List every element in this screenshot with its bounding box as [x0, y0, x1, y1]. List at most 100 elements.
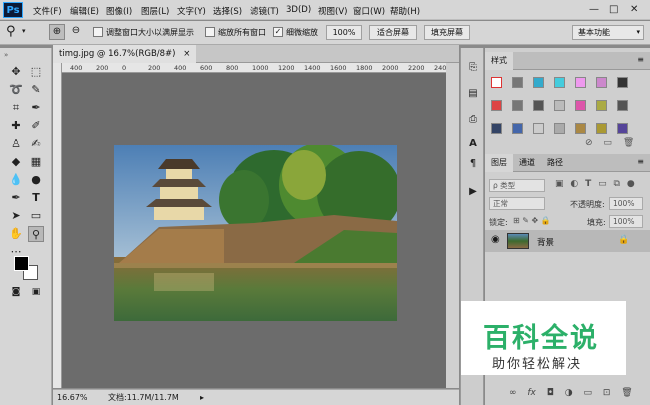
vertical-scrollbar[interactable]	[446, 63, 459, 388]
paragraph-panel-icon[interactable]: ¶	[465, 156, 481, 172]
brush-tool-icon[interactable]: ✐	[28, 118, 44, 134]
lasso-tool-icon[interactable]: ➰	[8, 82, 24, 98]
menu-image[interactable]: 图像(I)	[106, 5, 132, 17]
zoom-tool-icon[interactable]: ⚲	[6, 24, 16, 39]
properties-panel-icon[interactable]: ⎙	[465, 112, 481, 128]
character-panel-icon[interactable]: A	[465, 136, 481, 152]
panel-menu-icon[interactable]: ≡	[637, 157, 644, 166]
resize-windows-checkbox[interactable]	[93, 27, 103, 37]
marquee-tool-icon[interactable]: ⬚	[28, 64, 44, 80]
eraser-tool-icon[interactable]: ◆	[8, 154, 24, 170]
tab-styles[interactable]: 样式	[485, 52, 513, 70]
chevron-down-icon[interactable]: ▾	[22, 27, 26, 35]
screen-mode-icon[interactable]: ▣	[28, 284, 44, 300]
minimize-button[interactable]: —	[589, 4, 599, 16]
clone-stamp-tool-icon[interactable]: ♙	[8, 136, 24, 152]
menu-select[interactable]: 选择(S)	[213, 5, 242, 17]
image-filter-icon[interactable]: ▣	[555, 179, 564, 189]
zoom-tool-icon[interactable]: ⚲	[28, 226, 44, 242]
history-brush-tool-icon[interactable]: ✍	[28, 136, 44, 152]
history-panel-icon[interactable]: ⎘	[465, 60, 481, 76]
blend-mode-select[interactable]: 正常	[489, 197, 545, 210]
actions-panel-icon[interactable]: ▤	[465, 86, 481, 102]
play-icon[interactable]: ▶	[465, 184, 481, 200]
close-tab-icon[interactable]: ×	[183, 49, 190, 59]
fill-screen-button[interactable]: 填充屏幕	[424, 25, 470, 40]
style-swatch[interactable]	[596, 77, 607, 88]
style-swatch[interactable]	[554, 77, 565, 88]
add-mask-icon[interactable]: ◘	[547, 388, 554, 398]
healing-brush-tool-icon[interactable]: ✚	[8, 118, 24, 134]
type-filter-icon[interactable]: T	[585, 179, 591, 189]
menu-file[interactable]: 文件(F)	[33, 5, 62, 17]
style-swatch[interactable]	[512, 100, 523, 111]
foreground-color-swatch[interactable]	[14, 256, 29, 271]
menu-3d[interactable]: 3D(D)	[286, 5, 311, 15]
layer-filter-select[interactable]: ρ 类型	[489, 179, 545, 192]
style-swatch[interactable]	[533, 123, 544, 134]
tab-paths[interactable]: 路径	[541, 154, 569, 172]
chevron-right-icon[interactable]: ▸	[200, 390, 204, 405]
adjust-filter-icon[interactable]: ◐	[570, 179, 578, 189]
tab-channels[interactable]: 通道	[513, 154, 541, 172]
zoom-in-icon[interactable]: ⊕	[49, 24, 65, 40]
zoom-level[interactable]: 16.67%	[57, 390, 88, 405]
menu-help[interactable]: 帮助(H)	[390, 5, 420, 17]
adjustment-layer-icon[interactable]: ◑	[565, 388, 573, 398]
smart-filter-icon[interactable]: ⧉	[614, 179, 620, 189]
zoom-out-icon[interactable]: ⊖	[68, 24, 84, 40]
style-swatch[interactable]	[533, 77, 544, 88]
style-swatch[interactable]	[512, 123, 523, 134]
quick-select-tool-icon[interactable]: ✎	[28, 82, 44, 98]
panel-menu-icon[interactable]: ≡	[637, 55, 644, 64]
style-swatch[interactable]	[554, 123, 565, 134]
style-swatch[interactable]	[491, 77, 502, 88]
canvas-area[interactable]	[62, 73, 446, 388]
filter-toggle-icon[interactable]: ●	[627, 179, 635, 189]
style-swatch[interactable]	[512, 77, 523, 88]
document-tab[interactable]: timg.jpg @ 16.7%(RGB/8#) ×	[53, 45, 197, 63]
tab-layers[interactable]: 图层	[485, 154, 513, 172]
fx-icon[interactable]: fx	[527, 388, 536, 398]
style-swatch[interactable]	[617, 100, 628, 111]
zoom-100-button[interactable]: 100%	[326, 25, 362, 40]
style-swatch[interactable]	[617, 123, 628, 134]
visibility-eye-icon[interactable]: ◉	[491, 234, 500, 245]
fit-screen-button[interactable]: 适合屏幕	[369, 25, 417, 40]
collapse-icon[interactable]: »	[4, 51, 8, 59]
style-swatch[interactable]	[491, 100, 502, 111]
menu-filter[interactable]: 滤镜(T)	[250, 5, 279, 17]
style-swatch[interactable]	[575, 123, 586, 134]
new-group-icon[interactable]: ▭	[583, 388, 592, 398]
fill-field[interactable]: 100%	[609, 215, 643, 228]
clear-style-icon[interactable]: ⊘	[585, 138, 593, 148]
zoom-all-windows-checkbox[interactable]	[205, 27, 215, 37]
style-swatch[interactable]	[617, 77, 628, 88]
crop-tool-icon[interactable]: ⌗	[8, 100, 24, 116]
style-swatch[interactable]	[491, 123, 502, 134]
style-swatch[interactable]	[575, 77, 586, 88]
link-layers-icon[interactable]: ∞	[509, 388, 517, 398]
menu-view[interactable]: 视图(V)	[318, 5, 347, 17]
new-style-icon[interactable]: ▭	[603, 138, 612, 148]
menu-type[interactable]: 文字(Y)	[177, 5, 206, 17]
restore-button[interactable]: □	[609, 4, 618, 16]
style-swatch[interactable]	[596, 123, 607, 134]
quick-mask-icon[interactable]: ◙	[8, 284, 24, 300]
style-swatch[interactable]	[596, 100, 607, 111]
layer-row-background[interactable]: ◉ 背景 🔒	[485, 230, 650, 252]
move-tool-icon[interactable]: ✥	[8, 64, 24, 80]
new-layer-icon[interactable]: ⊡	[603, 388, 611, 398]
scrubby-zoom-checkbox[interactable]: ✓	[273, 27, 283, 37]
type-tool-icon[interactable]: T	[28, 190, 44, 206]
menu-window[interactable]: 窗口(W)	[353, 5, 385, 17]
eyedropper-tool-icon[interactable]: ✒	[28, 100, 44, 116]
hand-tool-icon[interactable]: ✋	[8, 226, 24, 242]
lock-icons[interactable]: ⊞ ✎ ✥ 🔒	[513, 216, 551, 225]
style-swatch[interactable]	[554, 100, 565, 111]
delete-layer-icon[interactable]: 🗑	[621, 388, 632, 398]
pen-tool-icon[interactable]: ✒	[8, 190, 24, 206]
style-swatch[interactable]	[533, 100, 544, 111]
menu-layer[interactable]: 图层(L)	[141, 5, 169, 17]
gradient-tool-icon[interactable]: ▦	[28, 154, 44, 170]
